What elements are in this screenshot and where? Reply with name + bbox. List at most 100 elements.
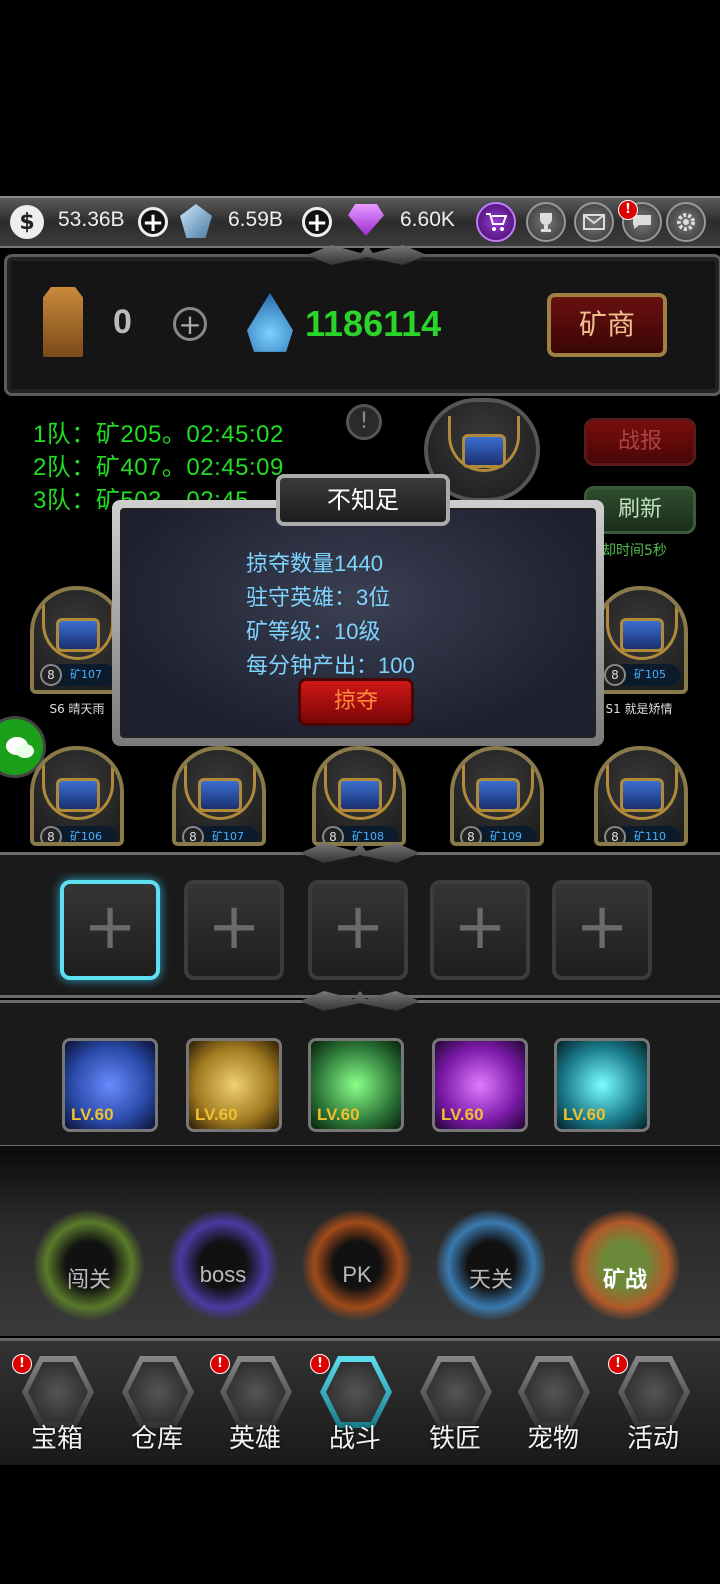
portal-label: 闯关 [66,1267,111,1292]
chest-icon [56,618,100,652]
plunder-amount: 掠夺数量1440 [246,551,383,576]
trophy-icon [540,213,552,232]
mine-id: 矿109 [490,830,522,843]
resource-panel: 0 + 1186114 矿商 [4,245,720,396]
settings-button[interactable] [666,202,706,242]
mine-level: 8 [40,664,62,686]
panel-ornament [307,245,427,265]
dialog-body: 掠夺数量1440 驻守英雄：3位 矿等级：10级 每分钟产出：100 掠夺 [120,508,596,738]
output-per-minute: 每分钟产出：100 [246,653,415,678]
team-1-status: 1队：矿205。02:45:02 [33,421,284,448]
chest-icon [56,778,100,812]
team-slot[interactable]: + [60,880,160,980]
mine-id: 矿105 [634,668,666,681]
crystal-icon [180,204,212,238]
portal-label: PK [342,1262,372,1287]
nav-warehouse[interactable]: 仓库 [112,1352,202,1462]
garrison-heroes: 驻守英雄：3位 [246,585,391,610]
mine-info: 8 矿107 [40,664,116,686]
mine-info: 8 矿109 [460,826,536,843]
team-2-status: 2队：矿407。02:45:09 [33,454,284,481]
portal-label: boss [199,1262,247,1287]
panel-ornament [300,843,420,863]
nav-label: 活动 [626,1424,679,1454]
hero-card[interactable]: LV.60 [432,1038,528,1132]
mine-level: 8 [40,826,62,842]
coin-icon: $ [10,205,44,239]
mine-slot[interactable]: 8 矿108 [312,746,406,846]
gem-icon [348,204,384,236]
mail-button[interactable] [574,202,614,242]
nav-label: 仓库 [130,1424,183,1454]
nav-events[interactable]: ! 活动 [608,1352,698,1462]
mine-info: 8 矿106 [40,826,116,843]
nav-label: 英雄 [228,1424,281,1454]
mine-level: 8 [322,826,344,842]
hero-card[interactable]: LV.60 [554,1038,650,1132]
nav-pets[interactable]: 宠物 [508,1352,598,1462]
battle-report-button[interactable]: 战报 [584,418,696,466]
hero-level: LV.60 [317,1105,360,1124]
merchant-button[interactable]: 矿商 [547,293,667,357]
mine-id: 矿108 [352,830,384,843]
hero-card[interactable]: LV.60 [186,1038,282,1132]
panel-ornament [300,991,420,1011]
add-crystal-button[interactable]: + [302,207,332,237]
nav-battle[interactable]: ! 战斗 [310,1352,400,1462]
nav-heroes[interactable]: ! 英雄 [210,1352,300,1462]
hero-level: LV.60 [563,1105,606,1124]
portal-label: 天关 [468,1267,513,1292]
mine-slot[interactable]: 8 矿110 [594,746,688,846]
nav-badge: ! [210,1354,230,1374]
chest-icon [620,778,664,812]
mine-level: 8 [460,826,482,842]
mine-info: 8 矿110 [604,826,680,843]
chest-icon [198,778,242,812]
portal-label: 矿战 [602,1267,647,1292]
token-icon [43,287,83,357]
mine-info-dialog: 掠夺数量1440 驻守英雄：3位 矿等级：10级 每分钟产出：100 掠夺 [112,500,604,746]
gear-icon [677,213,695,231]
mana-drop-icon [247,293,293,352]
mine-id: 矿110 [634,830,666,843]
team-slot[interactable]: + [184,880,284,980]
hero-card[interactable]: LV.60 [62,1038,158,1132]
hero-level: LV.60 [71,1105,114,1124]
chest-icon [620,618,664,652]
mine-slot[interactable]: 8 矿107 [172,746,266,846]
team-slot[interactable]: + [430,880,530,980]
hero-level: LV.60 [195,1105,238,1124]
nav-label: 铁匠 [428,1424,481,1454]
cart-icon [486,213,507,231]
mine-slot[interactable]: 8 矿105 [594,586,688,694]
hero-level: LV.60 [441,1105,484,1124]
crystal-value: 6.59B [228,208,283,231]
trophy-button[interactable] [526,202,566,242]
mine-id: 矿106 [70,830,102,843]
mine-slot[interactable]: 8 矿106 [30,746,124,846]
nav-blacksmith[interactable]: 铁匠 [410,1352,500,1462]
mail-icon [583,214,605,230]
token-count: 0 [113,303,132,341]
mine-level-text: 矿等级：10级 [246,619,381,644]
team-slot[interactable]: + [308,880,408,980]
add-gold-button[interactable]: + [138,207,168,237]
mine-info: 8 矿105 [604,664,680,686]
nav-chest[interactable]: ! 宝箱 [12,1352,102,1462]
shop-button[interactable] [476,202,516,242]
plunder-button[interactable]: 掠夺 [298,678,414,726]
mine-slot[interactable]: 8 矿109 [450,746,544,846]
chest-icon [476,778,520,812]
add-token-button[interactable]: + [173,307,207,341]
mine-id: 矿107 [212,830,244,843]
hero-card[interactable]: LV.60 [308,1038,404,1132]
nav-label: 宠物 [526,1424,579,1454]
mine-level: 8 [182,826,204,842]
chest-icon [338,778,382,812]
info-icon[interactable]: ! [346,404,382,440]
mine-slot[interactable]: 8 矿107 [30,586,124,694]
nav-label: 战斗 [328,1424,381,1454]
nav-badge: ! [12,1354,32,1374]
team-slot[interactable]: + [552,880,652,980]
nav-badge: ! [310,1354,330,1374]
